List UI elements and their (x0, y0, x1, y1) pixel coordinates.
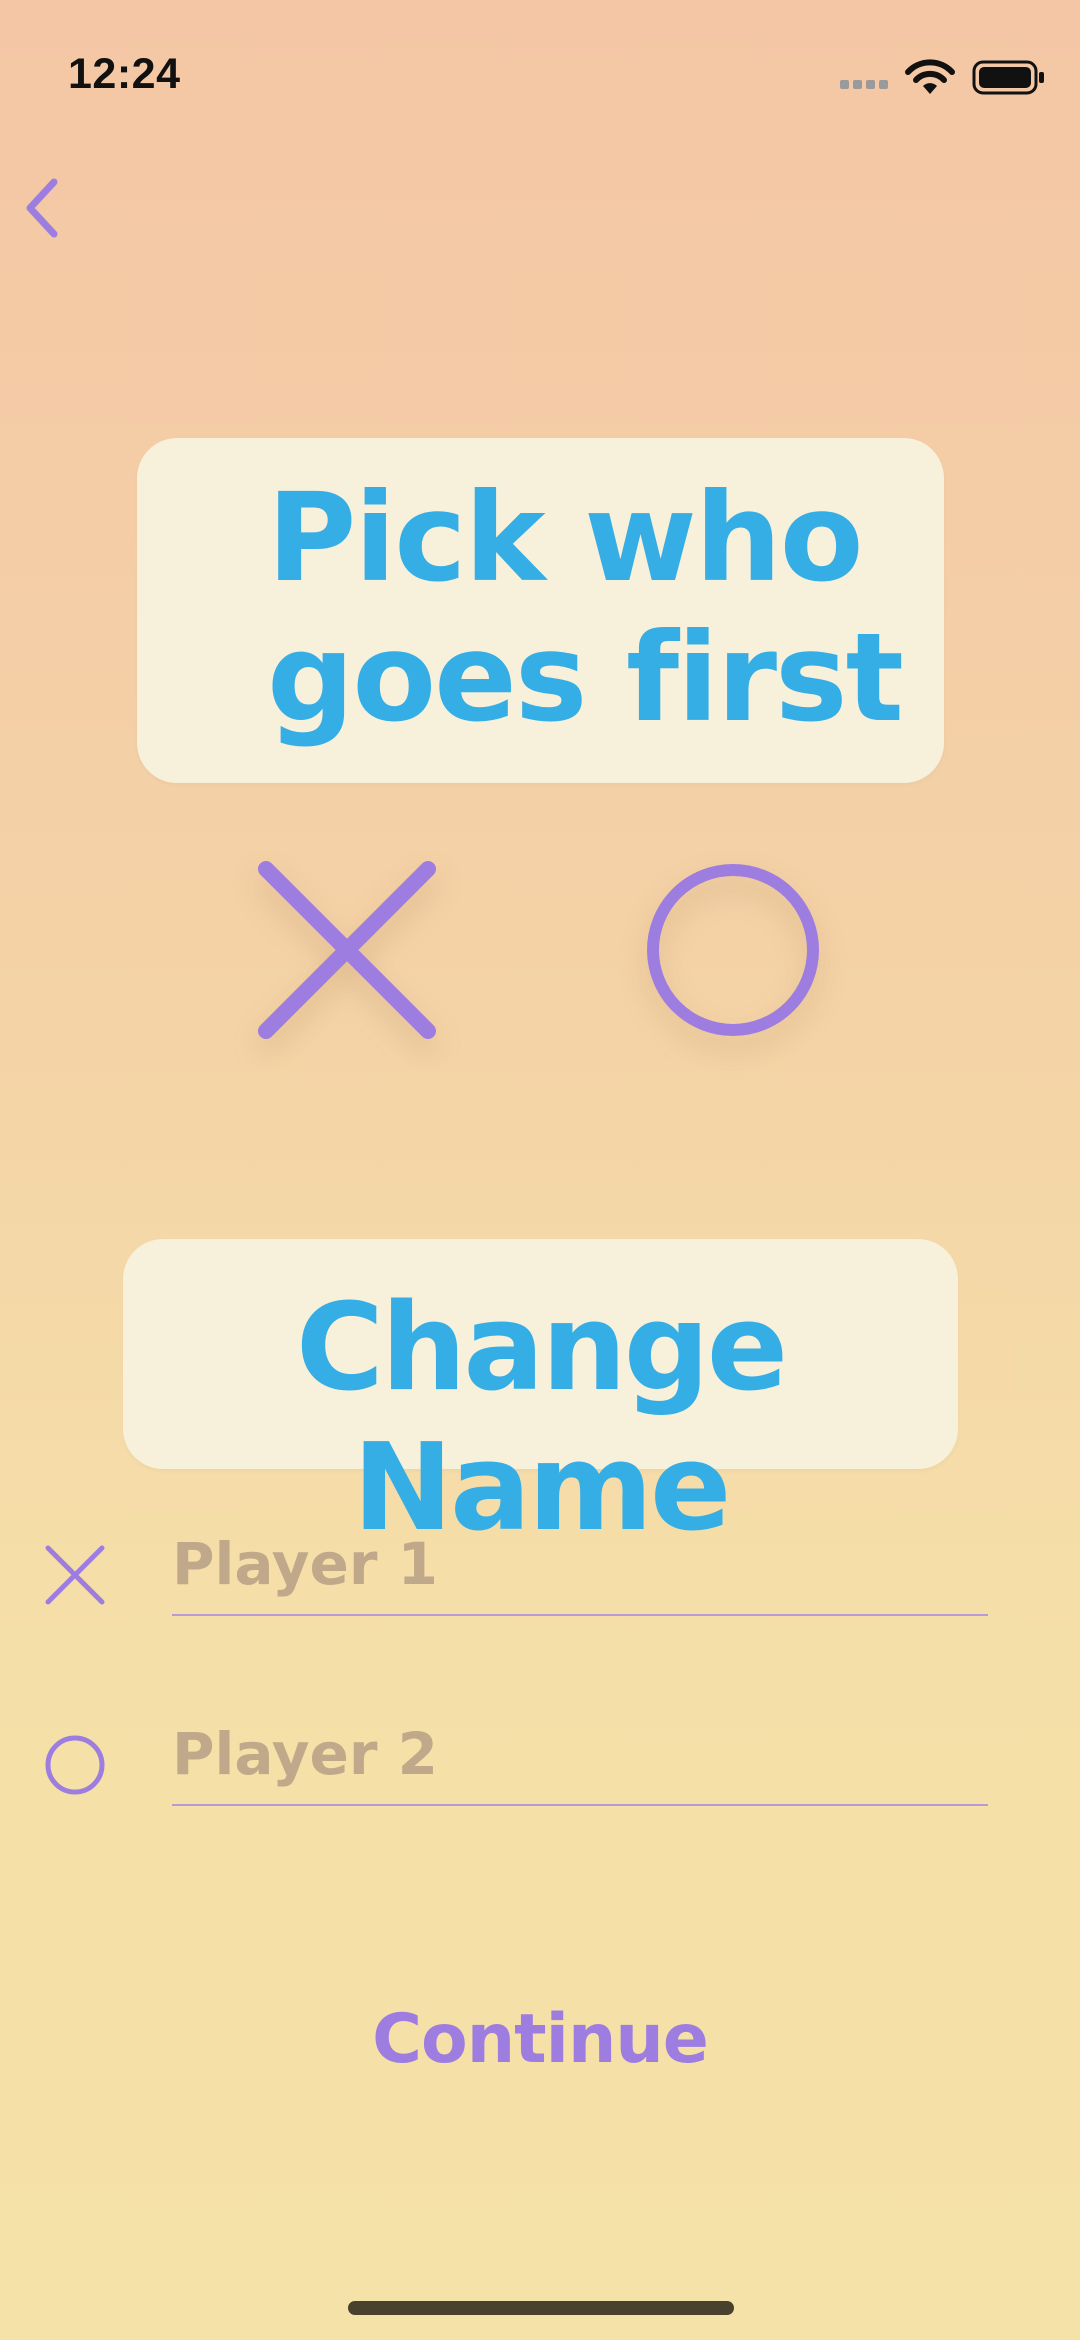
change-name-heading: Change Name (295, 1279, 788, 1558)
change-name-card: Change Name (123, 1239, 958, 1558)
wifi-icon (905, 59, 955, 94)
page-title: Pick who goes first (267, 467, 904, 749)
continue-button[interactable]: Continue (340, 1990, 740, 2090)
x-mark-icon (258, 861, 436, 1039)
player-1-row (0, 1520, 1080, 1630)
signal-icon (840, 80, 888, 89)
battery-icon (972, 60, 1044, 95)
x-mark-icon (45, 1545, 105, 1605)
player-1-name-input[interactable] (172, 1520, 988, 1616)
status-bar: 12:24 (0, 0, 1080, 150)
back-button[interactable] (12, 168, 82, 248)
player-2-symbol (42, 1732, 108, 1798)
player-2-row (0, 1710, 1080, 1820)
title-card: Pick who goes first (137, 438, 944, 783)
status-icons (840, 58, 1050, 98)
chevron-left-icon (26, 178, 58, 238)
pick-o-button[interactable] (638, 855, 828, 1045)
player-2-name-input[interactable] (172, 1710, 988, 1806)
status-time: 12:24 (68, 50, 181, 98)
player-1-symbol (42, 1542, 108, 1608)
circle-icon (647, 864, 819, 1036)
home-indicator (348, 2301, 734, 2315)
pick-x-button[interactable] (252, 855, 442, 1045)
circle-icon (45, 1735, 105, 1795)
